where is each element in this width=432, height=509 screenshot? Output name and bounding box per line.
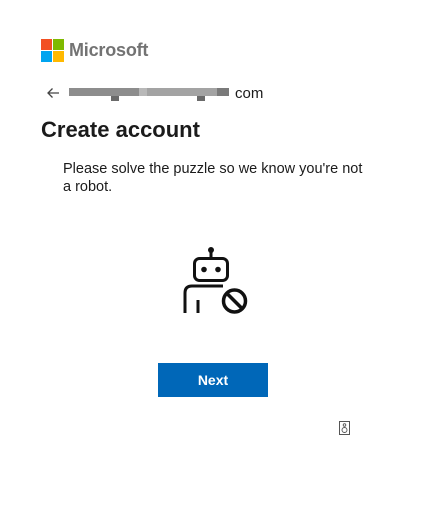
next-button[interactable]: Next <box>158 363 268 397</box>
email-suffix: com <box>235 84 264 102</box>
page-title: Create account <box>41 117 200 142</box>
microsoft-logo-icon <box>41 39 64 62</box>
microsoft-logo: Microsoft <box>41 39 148 62</box>
back-arrow-icon[interactable] <box>45 86 61 100</box>
masked-email <box>69 85 229 101</box>
speaker-icon[interactable] <box>339 421 350 435</box>
identity-banner: com <box>45 84 263 102</box>
robot-blocked-icon <box>183 247 248 314</box>
brand-name: Microsoft <box>69 40 149 60</box>
puzzle-description: Please solve the puzzle so we know you'r… <box>63 161 363 195</box>
